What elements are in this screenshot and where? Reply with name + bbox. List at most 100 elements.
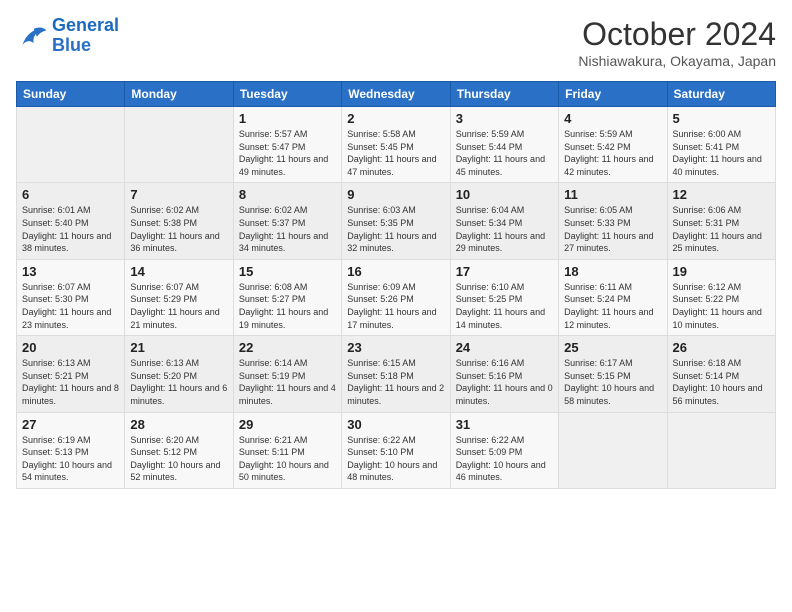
day-info: Sunrise: 6:07 AM Sunset: 5:30 PM Dayligh… [22,281,119,331]
logo-text: General Blue [52,16,119,56]
day-number: 25 [564,340,661,355]
day-info: Sunrise: 6:21 AM Sunset: 5:11 PM Dayligh… [239,434,336,484]
day-number: 22 [239,340,336,355]
day-number: 15 [239,264,336,279]
weekday-header-tuesday: Tuesday [233,82,341,107]
day-info: Sunrise: 6:13 AM Sunset: 5:20 PM Dayligh… [130,357,227,407]
calendar-cell: 29 Sunrise: 6:21 AM Sunset: 5:11 PM Dayl… [233,412,341,488]
calendar-cell: 28 Sunrise: 6:20 AM Sunset: 5:12 PM Dayl… [125,412,233,488]
day-number: 29 [239,417,336,432]
day-number: 1 [239,111,336,126]
calendar-cell: 27 Sunrise: 6:19 AM Sunset: 5:13 PM Dayl… [17,412,125,488]
calendar-cell: 6 Sunrise: 6:01 AM Sunset: 5:40 PM Dayli… [17,183,125,259]
day-info: Sunrise: 6:20 AM Sunset: 5:12 PM Dayligh… [130,434,227,484]
day-number: 31 [456,417,553,432]
calendar-cell [559,412,667,488]
day-number: 26 [673,340,770,355]
day-number: 8 [239,187,336,202]
calendar-cell: 1 Sunrise: 5:57 AM Sunset: 5:47 PM Dayli… [233,107,341,183]
location-subtitle: Nishiawakura, Okayama, Japan [578,53,776,69]
day-number: 10 [456,187,553,202]
day-number: 11 [564,187,661,202]
calendar-cell: 17 Sunrise: 6:10 AM Sunset: 5:25 PM Dayl… [450,259,558,335]
week-row-2: 6 Sunrise: 6:01 AM Sunset: 5:40 PM Dayli… [17,183,776,259]
day-number: 3 [456,111,553,126]
calendar-cell: 23 Sunrise: 6:15 AM Sunset: 5:18 PM Dayl… [342,336,450,412]
day-info: Sunrise: 6:17 AM Sunset: 5:15 PM Dayligh… [564,357,661,407]
calendar-cell: 11 Sunrise: 6:05 AM Sunset: 5:33 PM Dayl… [559,183,667,259]
week-row-5: 27 Sunrise: 6:19 AM Sunset: 5:13 PM Dayl… [17,412,776,488]
day-number: 13 [22,264,119,279]
calendar-cell: 2 Sunrise: 5:58 AM Sunset: 5:45 PM Dayli… [342,107,450,183]
calendar-cell: 4 Sunrise: 5:59 AM Sunset: 5:42 PM Dayli… [559,107,667,183]
day-number: 27 [22,417,119,432]
calendar-cell: 21 Sunrise: 6:13 AM Sunset: 5:20 PM Dayl… [125,336,233,412]
day-number: 5 [673,111,770,126]
calendar-cell: 24 Sunrise: 6:16 AM Sunset: 5:16 PM Dayl… [450,336,558,412]
day-info: Sunrise: 5:59 AM Sunset: 5:42 PM Dayligh… [564,128,661,178]
day-info: Sunrise: 6:02 AM Sunset: 5:38 PM Dayligh… [130,204,227,254]
calendar-cell: 5 Sunrise: 6:00 AM Sunset: 5:41 PM Dayli… [667,107,775,183]
day-number: 19 [673,264,770,279]
calendar-table: SundayMondayTuesdayWednesdayThursdayFrid… [16,81,776,489]
day-info: Sunrise: 5:59 AM Sunset: 5:44 PM Dayligh… [456,128,553,178]
day-info: Sunrise: 6:09 AM Sunset: 5:26 PM Dayligh… [347,281,444,331]
calendar-cell: 22 Sunrise: 6:14 AM Sunset: 5:19 PM Dayl… [233,336,341,412]
calendar-cell: 7 Sunrise: 6:02 AM Sunset: 5:38 PM Dayli… [125,183,233,259]
logo-icon [16,22,48,50]
day-info: Sunrise: 6:13 AM Sunset: 5:21 PM Dayligh… [22,357,119,407]
day-info: Sunrise: 5:57 AM Sunset: 5:47 PM Dayligh… [239,128,336,178]
day-number: 12 [673,187,770,202]
calendar-cell: 12 Sunrise: 6:06 AM Sunset: 5:31 PM Dayl… [667,183,775,259]
day-info: Sunrise: 6:02 AM Sunset: 5:37 PM Dayligh… [239,204,336,254]
day-info: Sunrise: 6:15 AM Sunset: 5:18 PM Dayligh… [347,357,444,407]
day-info: Sunrise: 6:06 AM Sunset: 5:31 PM Dayligh… [673,204,770,254]
day-number: 7 [130,187,227,202]
day-info: Sunrise: 6:22 AM Sunset: 5:10 PM Dayligh… [347,434,444,484]
day-number: 9 [347,187,444,202]
calendar-cell: 9 Sunrise: 6:03 AM Sunset: 5:35 PM Dayli… [342,183,450,259]
page-header: General Blue October 2024 Nishiawakura, … [16,16,776,69]
day-number: 17 [456,264,553,279]
calendar-cell: 20 Sunrise: 6:13 AM Sunset: 5:21 PM Dayl… [17,336,125,412]
calendar-cell: 16 Sunrise: 6:09 AM Sunset: 5:26 PM Dayl… [342,259,450,335]
day-info: Sunrise: 6:03 AM Sunset: 5:35 PM Dayligh… [347,204,444,254]
month-title: October 2024 [578,16,776,53]
day-info: Sunrise: 6:05 AM Sunset: 5:33 PM Dayligh… [564,204,661,254]
day-info: Sunrise: 6:12 AM Sunset: 5:22 PM Dayligh… [673,281,770,331]
day-number: 18 [564,264,661,279]
calendar-cell: 14 Sunrise: 6:07 AM Sunset: 5:29 PM Dayl… [125,259,233,335]
day-info: Sunrise: 6:14 AM Sunset: 5:19 PM Dayligh… [239,357,336,407]
day-number: 28 [130,417,227,432]
day-number: 23 [347,340,444,355]
weekday-header-friday: Friday [559,82,667,107]
calendar-cell: 3 Sunrise: 5:59 AM Sunset: 5:44 PM Dayli… [450,107,558,183]
weekday-header-sunday: Sunday [17,82,125,107]
calendar-cell: 26 Sunrise: 6:18 AM Sunset: 5:14 PM Dayl… [667,336,775,412]
calendar-cell: 13 Sunrise: 6:07 AM Sunset: 5:30 PM Dayl… [17,259,125,335]
day-number: 20 [22,340,119,355]
calendar-cell: 31 Sunrise: 6:22 AM Sunset: 5:09 PM Dayl… [450,412,558,488]
day-number: 14 [130,264,227,279]
day-info: Sunrise: 6:16 AM Sunset: 5:16 PM Dayligh… [456,357,553,407]
calendar-cell: 30 Sunrise: 6:22 AM Sunset: 5:10 PM Dayl… [342,412,450,488]
day-number: 30 [347,417,444,432]
weekday-header-monday: Monday [125,82,233,107]
day-info: Sunrise: 6:22 AM Sunset: 5:09 PM Dayligh… [456,434,553,484]
calendar-cell: 10 Sunrise: 6:04 AM Sunset: 5:34 PM Dayl… [450,183,558,259]
day-info: Sunrise: 5:58 AM Sunset: 5:45 PM Dayligh… [347,128,444,178]
calendar-cell: 18 Sunrise: 6:11 AM Sunset: 5:24 PM Dayl… [559,259,667,335]
day-number: 24 [456,340,553,355]
calendar-cell: 8 Sunrise: 6:02 AM Sunset: 5:37 PM Dayli… [233,183,341,259]
day-info: Sunrise: 6:08 AM Sunset: 5:27 PM Dayligh… [239,281,336,331]
calendar-cell [667,412,775,488]
calendar-cell: 15 Sunrise: 6:08 AM Sunset: 5:27 PM Dayl… [233,259,341,335]
day-info: Sunrise: 6:07 AM Sunset: 5:29 PM Dayligh… [130,281,227,331]
weekday-header-saturday: Saturday [667,82,775,107]
calendar-cell: 19 Sunrise: 6:12 AM Sunset: 5:22 PM Dayl… [667,259,775,335]
day-info: Sunrise: 6:19 AM Sunset: 5:13 PM Dayligh… [22,434,119,484]
weekday-header-wednesday: Wednesday [342,82,450,107]
calendar-cell: 25 Sunrise: 6:17 AM Sunset: 5:15 PM Dayl… [559,336,667,412]
day-number: 16 [347,264,444,279]
day-info: Sunrise: 6:01 AM Sunset: 5:40 PM Dayligh… [22,204,119,254]
